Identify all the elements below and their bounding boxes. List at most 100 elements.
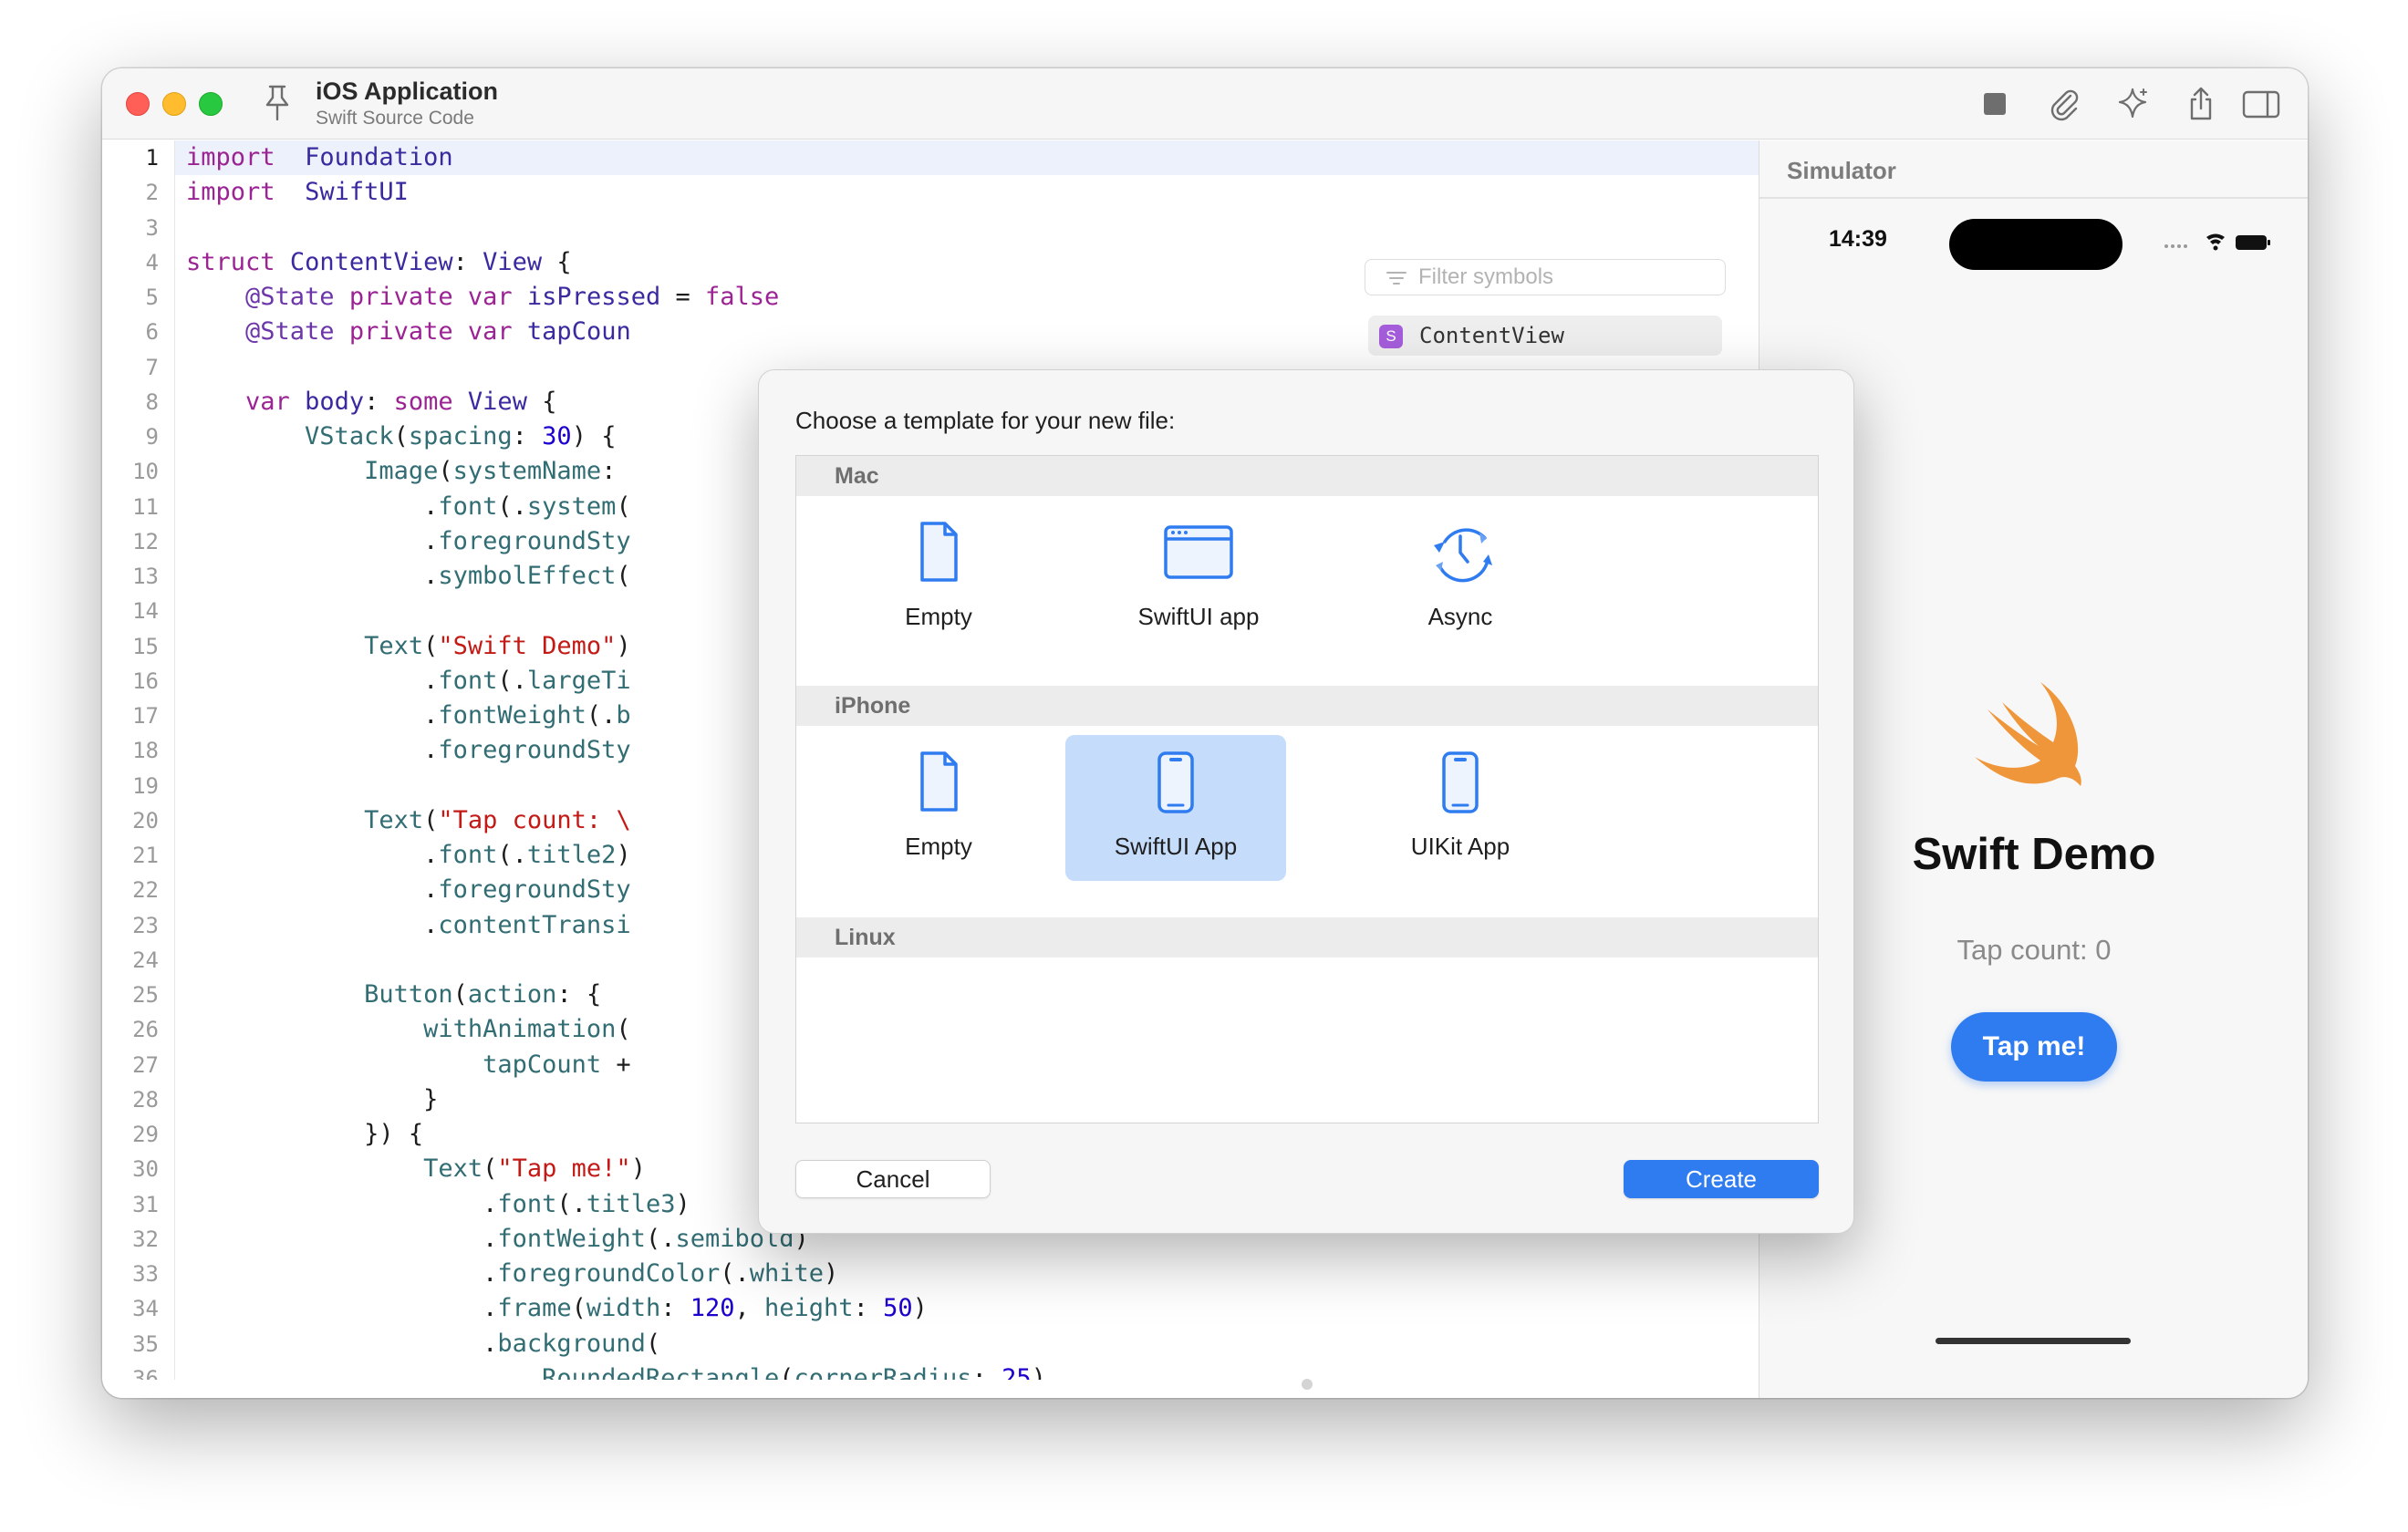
line-number: 8 xyxy=(145,388,159,415)
code-text: .foregroundSty xyxy=(186,875,631,905)
line-number: 33 xyxy=(132,1261,159,1287)
minimize-window-button[interactable] xyxy=(162,92,186,116)
line-number: 17 xyxy=(132,703,159,729)
code-line[interactable]: 33 .foregroundColor(.white) xyxy=(102,1257,1759,1291)
sidebar-right-icon[interactable] xyxy=(2240,85,2282,123)
symbol-item-contentview[interactable]: S ContentView xyxy=(1368,316,1722,356)
code-text: } xyxy=(186,1084,439,1113)
line-number: 7 xyxy=(145,354,159,380)
template-label: SwiftUI App xyxy=(1114,833,1238,860)
code-line[interactable]: 36 RoundedRectangle(cornerRadius: 25) xyxy=(102,1361,1759,1380)
line-number: 30 xyxy=(132,1156,159,1183)
line-number: 11 xyxy=(132,493,159,520)
template-mac-swiftui-app[interactable]: SwiftUI app xyxy=(1088,505,1309,651)
code-text: .frame(width: 120, height: 50) xyxy=(186,1294,928,1323)
window-title: iOS Application xyxy=(316,78,499,105)
code-text: Text("Tap count: \ xyxy=(364,805,631,834)
code-text: .foregroundColor(.white) xyxy=(186,1259,839,1288)
new-file-template-sheet: Choose a template for your new file: Mac… xyxy=(758,369,1854,1234)
line-number: 35 xyxy=(132,1330,159,1357)
code-line[interactable]: 1 import Foundation xyxy=(102,140,1759,175)
template-label: Empty xyxy=(905,833,972,860)
code-text: .font(.system( xyxy=(186,492,631,521)
line-number: 34 xyxy=(132,1296,159,1322)
xcode-window: iOS Application Swift Source Code 1 impor… xyxy=(102,68,2308,1398)
sheet-prompt: Choose a template for your new file: xyxy=(795,407,1176,434)
document-icon xyxy=(920,522,958,582)
line-number: 13 xyxy=(132,564,159,589)
section-header-mac: Mac xyxy=(796,456,1818,496)
sparkle-icon[interactable] xyxy=(2113,85,2152,123)
code-text: .contentTransi xyxy=(186,910,631,939)
code-line[interactable]: 3 xyxy=(102,211,1759,245)
code-text: RoundedRectangle(cornerRadius: 25) xyxy=(542,1363,1046,1380)
template-mac-async[interactable]: Async xyxy=(1350,505,1571,651)
zoom-window-button[interactable] xyxy=(199,92,223,116)
code-text: .background( xyxy=(186,1329,661,1358)
line-number: 28 xyxy=(132,1086,159,1113)
code-text: .fontWeight(.b xyxy=(186,701,631,730)
editor-scroll-indicator[interactable] xyxy=(1302,1379,1313,1390)
template-label: Empty xyxy=(905,603,972,630)
line-number: 26 xyxy=(132,1017,159,1043)
section-header-iphone: iPhone xyxy=(796,686,1818,726)
line-number: 27 xyxy=(132,1051,159,1078)
code-text: .font(.largeTi xyxy=(186,666,631,695)
template-iphone-swiftui-app[interactable]: SwiftUI App xyxy=(1065,735,1286,881)
line-number: 16 xyxy=(132,668,159,694)
status-bar-icons xyxy=(2164,233,2270,251)
stop-icon[interactable] xyxy=(1976,85,2014,123)
line-number: 25 xyxy=(132,982,159,1008)
line-number: 22 xyxy=(132,877,159,904)
code-text: withAnimation( xyxy=(423,1015,631,1044)
line-number: 10 xyxy=(132,459,159,485)
template-label: UIKit App xyxy=(1410,833,1510,860)
line-number: 14 xyxy=(132,598,159,625)
pin-icon[interactable] xyxy=(259,83,296,123)
code-text: var body: some View { xyxy=(245,387,557,416)
code-text: Text("Swift Demo") xyxy=(364,631,631,660)
cancel-button[interactable]: Cancel xyxy=(795,1160,991,1198)
code-text: @State private var isPressed = false xyxy=(245,283,780,311)
code-text: .font(.title2) xyxy=(186,841,631,869)
line-number: 12 xyxy=(132,528,159,554)
line-number: 32 xyxy=(132,1226,159,1252)
template-iphone-empty[interactable]: Empty xyxy=(828,735,1049,881)
filter-placeholder: Filter symbols xyxy=(1418,264,1554,289)
line-number: 4 xyxy=(145,249,159,275)
line-number: 2 xyxy=(145,180,159,206)
code-text: tapCount + xyxy=(483,1050,631,1079)
code-text: .foregroundSty xyxy=(186,526,631,555)
share-icon[interactable] xyxy=(2182,85,2220,123)
line-number: 36 xyxy=(132,1365,159,1380)
simulator-title: Simulator xyxy=(1787,157,1896,184)
filter-symbols-input[interactable]: Filter symbols xyxy=(1365,259,1726,295)
code-text: .font(.title3) xyxy=(186,1189,690,1218)
code-text: .fontWeight(.semibold) xyxy=(186,1224,809,1253)
iphone-icon xyxy=(1157,751,1194,813)
section-header-linux: Linux xyxy=(796,917,1818,958)
template-iphone-uikit-app[interactable]: UIKit App xyxy=(1350,735,1571,881)
close-window-button[interactable] xyxy=(126,92,150,116)
code-text: struct ContentView: View { xyxy=(186,247,572,276)
line-number: 5 xyxy=(145,285,159,310)
code-line[interactable]: 2 import SwiftUI xyxy=(102,175,1759,210)
create-button[interactable]: Create xyxy=(1624,1160,1819,1198)
line-number: 23 xyxy=(132,912,159,938)
document-icon xyxy=(920,751,958,812)
template-mac-empty[interactable]: Empty xyxy=(828,505,1049,651)
template-label: Async xyxy=(1427,603,1493,630)
cellular-dots-icon xyxy=(2164,244,2187,248)
paperclip-icon[interactable] xyxy=(2045,85,2083,123)
code-text: @State private var tapCoun xyxy=(245,317,631,347)
code-text: .symbolEffect( xyxy=(186,562,631,590)
simulator-divider xyxy=(1759,197,2308,199)
line-number: 18 xyxy=(132,738,159,764)
code-line[interactable]: 35 .background( xyxy=(102,1327,1759,1361)
tap-me-button[interactable]: Tap me! xyxy=(1951,1012,2117,1082)
line-number: 6 xyxy=(145,319,159,346)
home-indicator[interactable] xyxy=(1936,1338,2131,1344)
code-text: import SwiftUI xyxy=(186,178,409,207)
code-line[interactable]: 34 .frame(width: 120, height: 50) xyxy=(102,1291,1759,1326)
line-number: 19 xyxy=(132,772,159,799)
